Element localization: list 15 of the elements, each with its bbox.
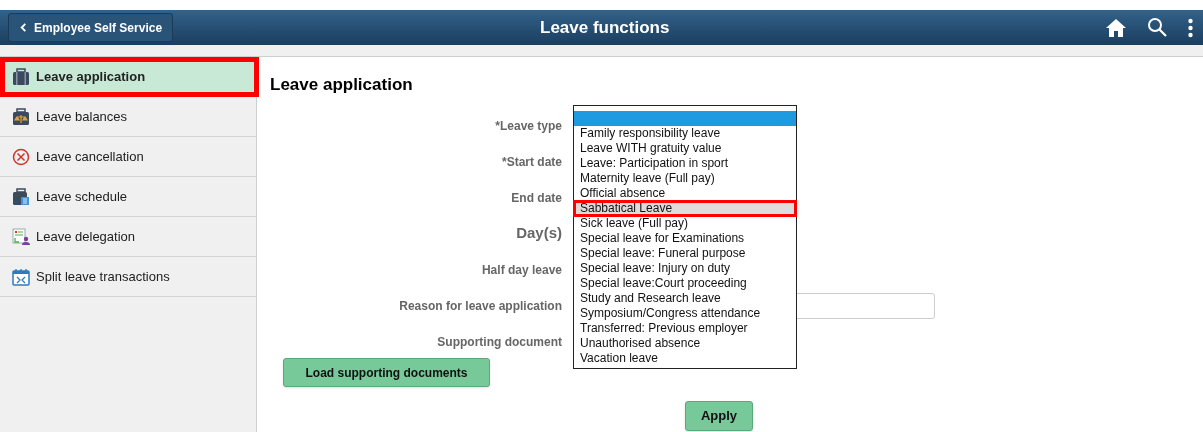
sidebar-item-label: Leave application <box>36 67 146 86</box>
field-label: Day(s) <box>516 223 562 244</box>
field-label: End date <box>511 189 562 207</box>
field-label: Supporting document <box>437 333 562 351</box>
field-label: Half day leave <box>481 261 562 279</box>
field-label: *Leave type <box>495 117 562 135</box>
field-label: *Start date <box>501 153 562 171</box>
page-header-title: Leave functions <box>540 16 670 39</box>
sidebar-item-label: Split leave transactions <box>36 267 170 286</box>
sidebar-item-label: Leave schedule <box>36 187 128 206</box>
sidebar-item-label: Leave cancellation <box>36 147 144 166</box>
field-label: Reason for leave application <box>399 297 562 315</box>
sidebar-item-label: Leave delegation <box>36 227 136 246</box>
sidebar-item-label: Leave balances <box>36 107 128 126</box>
page-title: Leave application <box>270 74 414 96</box>
